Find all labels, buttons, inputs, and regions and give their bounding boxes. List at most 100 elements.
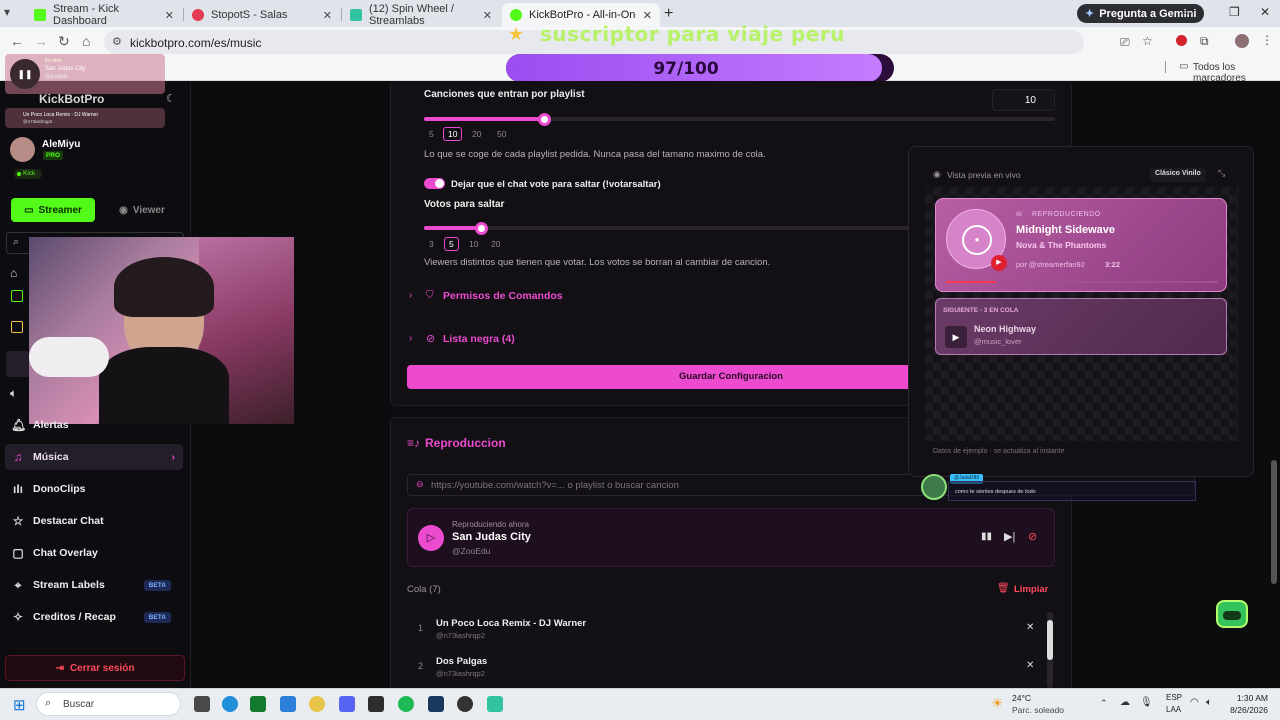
chrome-icon[interactable] — [309, 696, 325, 712]
queue-scrollbar[interactable] — [1047, 612, 1053, 688]
close-icon[interactable]: ✕ — [643, 9, 652, 22]
language-layout[interactable]: LAA — [1166, 705, 1181, 714]
platform-label: Kick — [23, 170, 36, 177]
extensions-puzzle-icon[interactable]: ⧉ — [1200, 34, 1209, 49]
votes-tick-3[interactable]: 3 — [429, 239, 434, 249]
window-close-button[interactable]: ✕ — [1260, 5, 1270, 19]
home-icon[interactable]: ⌂ — [82, 33, 90, 49]
page-scrollbar-thumb[interactable] — [1271, 460, 1277, 584]
app-icon[interactable] — [280, 696, 296, 712]
taskbar-search-input[interactable]: ⌕ Buscar — [36, 692, 181, 716]
edge-icon[interactable] — [222, 696, 238, 712]
scrollbar-thumb[interactable] — [1047, 620, 1053, 660]
reload-icon[interactable]: ↻ — [58, 33, 70, 50]
stop-icon[interactable]: ⊘ — [1028, 530, 1037, 543]
minimize-button[interactable]: — — [1180, 5, 1192, 19]
url-text[interactable]: kickbotpro.com/es/music — [130, 36, 261, 50]
sidebar-item-alertas[interactable]: 🔔︎ Alertas — [5, 412, 183, 438]
speaker-icon[interactable]: 🔈︎ — [10, 386, 17, 401]
songs-per-playlist-input[interactable]: 10 — [992, 89, 1055, 111]
clock-time[interactable]: 1:30 AM — [1226, 693, 1268, 703]
preview-progress-fill — [946, 281, 996, 283]
skip-icon[interactable]: ▶| — [1004, 530, 1015, 543]
votes-tick-5[interactable]: 5 — [444, 237, 459, 251]
maximize-button[interactable]: ❐ — [1229, 5, 1240, 19]
votes-tick-10[interactable]: 10 — [469, 239, 478, 249]
remove-icon[interactable]: ✕ — [1026, 622, 1034, 633]
songs-tick-20[interactable]: 20 — [472, 129, 481, 139]
vote-skip-toggle[interactable] — [424, 178, 445, 189]
queue-title: Un Poco Loca Remix - DJ Warner — [436, 618, 587, 629]
table-row[interactable]: 1 Un Poco Loca Remix - DJ Warner @n73ias… — [407, 612, 1055, 645]
site-info-icon[interactable]: ⚙ — [112, 35, 122, 48]
bot-mascot-icon[interactable] — [1216, 600, 1248, 628]
obs-icon[interactable] — [368, 696, 384, 712]
tab-kick-dashboard[interactable]: Stream - Kick Dashboard ✕ — [26, 3, 182, 27]
sidebar-item-destacar-chat[interactable]: ☆ Destacar Chat — [5, 508, 183, 534]
votes-slider-handle[interactable] — [475, 222, 488, 235]
tab-list-icon[interactable]: ▾ — [4, 5, 20, 21]
viewer-mode-button[interactable]: ◉ Viewer — [100, 198, 184, 222]
weather-icon[interactable]: ☀ — [991, 695, 1004, 712]
profile-avatar[interactable] — [1235, 34, 1249, 48]
bookmark-star-icon[interactable]: ☆ — [1142, 34, 1153, 48]
songs-tick-50[interactable]: 50 — [497, 129, 506, 139]
sidebar-item-donoclips[interactable]: ıIı DonoClips — [5, 476, 183, 502]
wifi-icon[interactable]: ◠ — [1190, 697, 1199, 708]
toggle-knob — [435, 179, 444, 188]
songs-slider-handle[interactable] — [538, 113, 551, 126]
songs-tick-5[interactable]: 5 — [429, 129, 434, 139]
table-row[interactable]: 2 Dos Palgas @n73iashrqp2 ✕ — [407, 650, 1055, 683]
steam-icon[interactable] — [428, 696, 444, 712]
votes-tick-20[interactable]: 20 — [491, 239, 500, 249]
clear-queue-button[interactable]: Limpiar — [1014, 584, 1048, 595]
commands-permissions-section[interactable]: Permisos de Comandos — [443, 290, 563, 302]
task-view-icon[interactable] — [194, 696, 210, 712]
streamlabs-icon[interactable] — [487, 696, 503, 712]
dashboard-icon[interactable] — [11, 290, 23, 302]
pause-icon[interactable]: ▮▮ — [981, 531, 992, 542]
app2-icon[interactable] — [457, 696, 473, 712]
tab-stopots[interactable]: StopotS - Salas ✕ — [184, 3, 340, 27]
forward-icon[interactable]: → — [34, 33, 48, 49]
windows-start-icon[interactable]: ⊞ — [13, 696, 26, 714]
collapse-icon[interactable]: ⤡ — [1218, 168, 1225, 179]
songs-tick-10[interactable]: 10 — [443, 127, 463, 141]
close-icon[interactable]: ✕ — [165, 9, 174, 22]
chevron-right-icon[interactable]: › — [409, 290, 412, 301]
chevron-right-icon[interactable]: › — [409, 333, 412, 344]
theme-badge[interactable]: Clásico Vinilo — [1150, 168, 1206, 182]
home-icon[interactable]: ⌂ — [10, 266, 17, 280]
language-code[interactable]: ESP — [1166, 693, 1182, 702]
mic-icon[interactable]: 🎙︎ — [1140, 697, 1153, 708]
blacklist-section[interactable]: Lista negra (4) — [443, 333, 515, 345]
tab-spin-wheel[interactable]: (12) Spin Wheel / Streamlabs ✕ — [342, 3, 500, 27]
back-icon[interactable]: ← — [10, 33, 24, 49]
sidebar-item-stream-labels[interactable]: ⌖ Stream Labels BETA — [5, 572, 183, 598]
play-icon[interactable]: ▷ — [418, 525, 444, 551]
discord-icon[interactable] — [339, 696, 355, 712]
new-tab-button[interactable]: + — [664, 5, 673, 23]
clock-date[interactable]: 8/26/2026 — [1220, 705, 1268, 715]
menu-icon[interactable]: ⋮ — [1261, 33, 1273, 47]
streamer-mode-button[interactable]: ▭ Streamer — [11, 198, 95, 222]
xbox-icon[interactable] — [250, 696, 266, 712]
trash-icon: 🗑︎ — [997, 583, 1010, 594]
theme-toggle-icon[interactable]: ☾ — [166, 92, 176, 105]
film-icon[interactable] — [11, 321, 23, 333]
weather-temp: 24°C — [1012, 693, 1031, 703]
remove-icon[interactable]: ✕ — [1026, 660, 1034, 671]
sidebar-item-creditos[interactable]: ✧ Creditos / Recap BETA — [5, 604, 183, 630]
all-bookmarks-link[interactable]: Todos los marcadores — [1193, 62, 1280, 84]
network-icon[interactable]: ☁ — [1120, 697, 1130, 708]
extension-icon[interactable] — [1176, 35, 1187, 46]
close-icon[interactable]: ✕ — [323, 9, 332, 22]
logout-button[interactable]: ⇥ Cerrar sesión — [5, 655, 185, 681]
close-icon[interactable]: ✕ — [483, 9, 492, 22]
sidebar-item-chat-overlay[interactable]: ▢ Chat Overlay — [5, 540, 183, 566]
spotify-icon[interactable] — [398, 696, 414, 712]
chevron-up-icon[interactable]: ⌃ — [1100, 698, 1108, 709]
cast-icon[interactable]: ⎚ — [1120, 35, 1130, 50]
sidebar-item-musica[interactable]: ♫ Música › — [5, 444, 183, 470]
volume-icon[interactable]: 🔈︎ — [1206, 697, 1212, 708]
